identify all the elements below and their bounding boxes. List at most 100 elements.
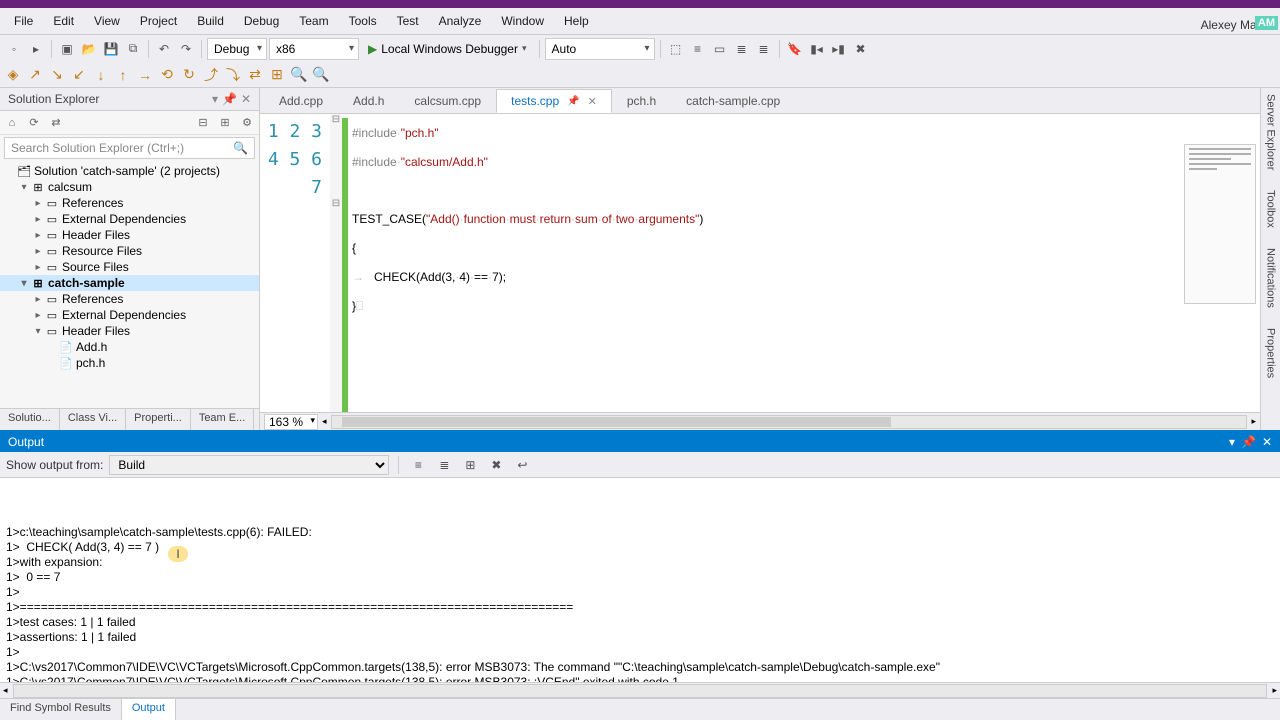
debug-icon-5[interactable]: ↓ [92,66,110,84]
save-all-icon[interactable]: ⧉ [123,39,143,59]
menu-view[interactable]: View [84,10,130,32]
debug-icon-12[interactable]: ⇄ [246,66,264,84]
tool-icon-2[interactable]: ≡ [688,39,708,59]
output-clear-icon[interactable]: ✖ [486,455,506,475]
solution-search-input[interactable]: Search Solution Explorer (Ctrl+;) 🔍 [4,137,255,159]
fold-bar[interactable]: ⊟⊟ [330,114,342,412]
output-hscroll[interactable]: ◂▸ [0,682,1280,698]
tab-catch-sample-cpp[interactable]: catch-sample.cpp [671,89,795,113]
solution-node[interactable]: 🗂Solution 'catch-sample' (2 projects) [0,163,259,179]
bookmark-next-icon[interactable]: ▸▮ [829,39,849,59]
node-header-files-2[interactable]: ▾▭Header Files [0,323,259,339]
debug-icon-4[interactable]: ↙ [70,66,88,84]
menu-file[interactable]: File [4,10,43,32]
node-source-files[interactable]: ▸▭Source Files [0,259,259,275]
debug-icon-8[interactable]: ⟲ [158,66,176,84]
code-editor[interactable]: 1 2 3 4 5 6 7 ⊟⊟ #include·"pch.h" #inclu… [260,114,1260,412]
pane-pin-icon[interactable]: 📌 [222,92,237,106]
scroll-right-icon[interactable]: ▸ [1251,416,1256,427]
node-extdeps-2[interactable]: ▸▭External Dependencies [0,307,259,323]
output-icon-1[interactable]: ≡ [408,455,428,475]
debug-icon-1[interactable]: ◈ [4,66,22,84]
menu-test[interactable]: Test [387,10,429,32]
project-calcsum[interactable]: ▾⊞calcsum [0,179,259,195]
output-icon-2[interactable]: ≣ [434,455,454,475]
debug-icon-9[interactable]: ↻ [180,66,198,84]
node-header-files[interactable]: ▸▭Header Files [0,227,259,243]
debug-icon-2[interactable]: ↗ [26,66,44,84]
tab-Add-cpp[interactable]: Add.cpp [264,89,338,113]
out-tab-1[interactable]: Output [122,699,176,720]
sln-tab-2[interactable]: Properti... [126,409,191,430]
output-wrap-icon[interactable]: ↩ [512,455,532,475]
horizontal-scrollbar[interactable] [331,415,1248,429]
sln-refresh-icon[interactable]: ⟳ [26,115,42,131]
tool-icon-5[interactable]: ≣ [754,39,774,59]
menu-debug[interactable]: Debug [234,10,289,32]
pin-icon[interactable]: 📌 [567,96,579,107]
tool-icon-4[interactable]: ≣ [732,39,752,59]
solution-tree[interactable]: 🗂Solution 'catch-sample' (2 projects)▾⊞c… [0,161,259,408]
output-close-icon[interactable]: ✕ [1262,435,1272,449]
debug-icon-7[interactable]: → [136,66,154,84]
open-icon[interactable]: 📂 [79,39,99,59]
menu-tools[interactable]: Tools [339,10,387,32]
output-pin-icon[interactable]: 📌 [1241,435,1256,449]
platform-combo[interactable]: x86 [269,38,359,60]
bookmark-prev-icon[interactable]: ▮◂ [807,39,827,59]
debug-icon-14[interactable]: 🔍 [290,66,308,84]
user-badge[interactable]: AM [1255,16,1278,30]
tab-calcsum-cpp[interactable]: calcsum.cpp [399,89,496,113]
sln-show-all-icon[interactable]: ⊞ [217,115,233,131]
sln-home-icon[interactable]: ⌂ [4,115,20,131]
menu-window[interactable]: Window [491,10,554,32]
save-icon[interactable]: 💾 [101,39,121,59]
new-icon[interactable]: ▣ [57,39,77,59]
sln-sync-icon[interactable]: ⇄ [48,115,64,131]
debug-icon-3[interactable]: ↘ [48,66,66,84]
redo-icon[interactable]: ↷ [176,39,196,59]
output-dropdown-icon[interactable]: ▾ [1229,435,1235,449]
debug-icon-11[interactable]: ⤵ [224,66,242,84]
nav-fwd-icon[interactable]: ▸ [26,39,46,59]
sln-tab-1[interactable]: Class Vi... [60,409,126,430]
node-references-2[interactable]: ▸▭References [0,291,259,307]
sln-tab-3[interactable]: Team E... [191,409,254,430]
out-tab-0[interactable]: Find Symbol Results [0,699,122,720]
configuration-combo[interactable]: Debug [207,38,267,60]
start-debugging-button[interactable]: ▶ Local Windows Debugger ▾ [361,38,534,60]
pane-close-icon[interactable]: ✕ [241,92,251,106]
undo-icon[interactable]: ↶ [154,39,174,59]
output-icon-3[interactable]: ⊞ [460,455,480,475]
zoom-combo[interactable]: 163 % [264,414,318,430]
output-source-combo[interactable]: Build [109,455,389,475]
nav-back-icon[interactable]: ◦ [4,39,24,59]
tab-pch-h[interactable]: pch.h [612,89,671,113]
tool-icon-3[interactable]: ▭ [710,39,730,59]
debug-icon-13[interactable]: ⊞ [268,66,286,84]
bookmark-icon[interactable]: 🔖 [785,39,805,59]
file-Add-h[interactable]: 📄Add.h [0,339,259,355]
menu-build[interactable]: Build [187,10,234,32]
sln-collapse-icon[interactable]: ⊟ [195,115,211,131]
file-pch-h[interactable]: 📄pch.h [0,355,259,371]
debug-icon-10[interactable]: ⤴ [202,66,220,84]
rail-toolbox[interactable]: Toolbox [1265,190,1277,228]
auto-combo[interactable]: Auto [545,38,655,60]
menu-help[interactable]: Help [554,10,599,32]
menu-edit[interactable]: Edit [43,10,84,32]
menu-project[interactable]: Project [130,10,187,32]
sln-tab-0[interactable]: Solutio... [0,409,60,430]
pane-dropdown-icon[interactable]: ▾ [212,92,218,106]
tab-Add-h[interactable]: Add.h [338,89,399,113]
scroll-left-icon[interactable]: ◂ [322,416,327,427]
tab-tests-cpp[interactable]: tests.cpp📌✕ [496,89,612,113]
node-references[interactable]: ▸▭References [0,195,259,211]
debug-icon-6[interactable]: ↑ [114,66,132,84]
code-content[interactable]: #include·"pch.h" #include·"calcsum/Add.h… [348,114,1260,412]
sln-properties-icon[interactable]: ⚙ [239,115,255,131]
minimap[interactable] [1184,144,1256,304]
output-text[interactable]: 1>c:\teaching\sample\catch-sample\tests.… [0,478,1280,682]
menu-analyze[interactable]: Analyze [429,10,492,32]
node-resource-files[interactable]: ▸▭Resource Files [0,243,259,259]
